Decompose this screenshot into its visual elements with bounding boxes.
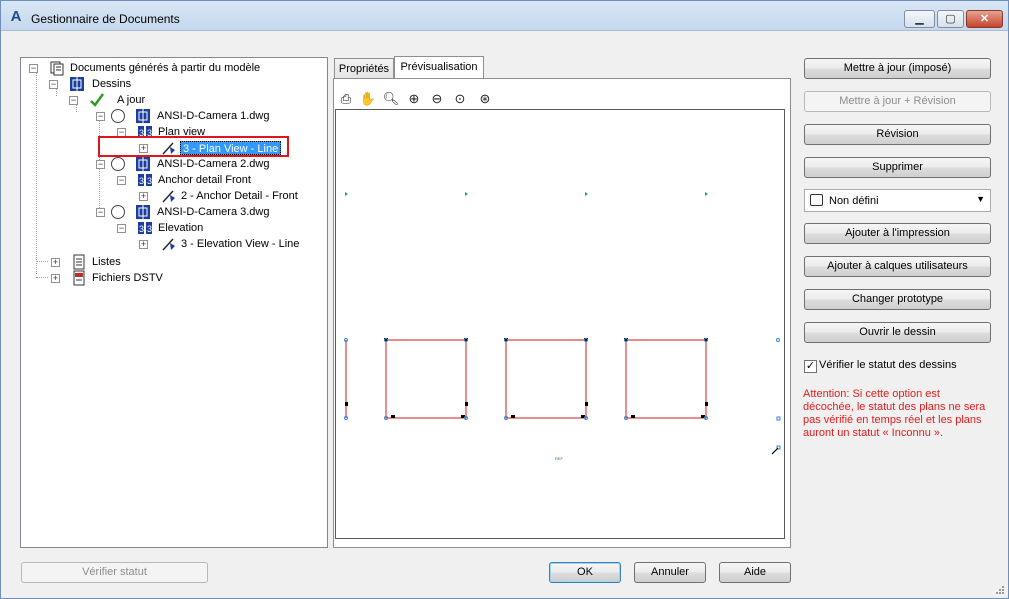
zoom-in-icon[interactable]: ⊕: [405, 90, 423, 108]
tree-label-sheet: 2 - Anchor Detail - Front: [181, 190, 298, 202]
add-to-print-button[interactable]: Ajouter à l'impression: [804, 223, 991, 244]
svg-text:3: 3: [139, 224, 144, 234]
change-prototype-button[interactable]: Changer prototype: [804, 289, 991, 310]
open-drawing-button[interactable]: Ouvrir le dessin: [804, 322, 991, 343]
help-button[interactable]: Aide: [719, 562, 791, 583]
verify-status-button[interactable]: Vérifier statut: [21, 562, 208, 583]
drawing-icon: [136, 109, 150, 123]
expand-icon[interactable]: +: [139, 240, 148, 249]
update-revision-button[interactable]: Mettre à jour + Révision: [804, 91, 991, 112]
status-circle-icon: [111, 205, 125, 219]
drawing-preview[interactable]: REF: [335, 109, 785, 539]
tree-label-listes: Listes: [92, 256, 121, 268]
preview-tiny-label: REF: [555, 456, 564, 461]
minimize-button[interactable]: ▁: [904, 10, 935, 28]
expand-icon[interactable]: +: [51, 258, 60, 267]
annotation-highlight-box: [98, 136, 289, 157]
expand-icon[interactable]: +: [51, 274, 60, 283]
pan-icon[interactable]: ✋: [359, 90, 377, 108]
tree-label-root: Documents générés à partir du modèle: [70, 62, 261, 74]
layer-dropdown[interactable]: Non défini ▼: [804, 189, 991, 212]
list-icon: [73, 254, 85, 270]
tree-label-a-jour: A jour: [117, 94, 146, 106]
collapse-icon[interactable]: −: [49, 80, 58, 89]
zoom-out-icon[interactable]: ⊖: [428, 90, 446, 108]
line-view-icon: [162, 238, 175, 251]
tree-label-dessins: Dessins: [92, 78, 132, 90]
collapse-icon[interactable]: −: [96, 112, 105, 121]
tree-label-view: Anchor detail Front: [158, 174, 251, 186]
status-circle-icon: [111, 109, 125, 123]
tree-label-view: Elevation: [158, 222, 204, 234]
tree-label-file: ANSI-D-Camera 2.dwg: [157, 158, 270, 170]
app-logo-icon: A: [10, 8, 22, 25]
update-forced-button[interactable]: Mettre à jour (imposé): [804, 58, 991, 79]
maximize-button[interactable]: ▢: [937, 10, 964, 28]
dropdown-selected-value: Non défini: [829, 195, 879, 207]
collapse-icon[interactable]: −: [29, 64, 38, 73]
window-title: Gestionnaire de Documents: [31, 12, 180, 26]
drawing-icon: [136, 157, 150, 171]
collapse-icon[interactable]: −: [69, 96, 78, 105]
revision-button[interactable]: Révision: [804, 124, 991, 145]
tree-label-dstv: Fichiers DSTV: [92, 272, 163, 284]
expand-icon[interactable]: +: [139, 192, 148, 201]
zoom-extents-icon[interactable]: ⊛: [476, 90, 494, 108]
dstv-file-icon: [73, 270, 85, 286]
tab-previsualisation[interactable]: Prévisualisation: [394, 56, 484, 79]
collapse-icon[interactable]: −: [117, 224, 126, 233]
tree-label-file: ANSI-D-Camera 3.dwg: [157, 206, 270, 218]
ok-button[interactable]: OK: [549, 562, 621, 583]
document-tree[interactable]: − Documents générés à partir du modèle −…: [20, 57, 328, 548]
check-icon: [90, 93, 105, 107]
collapse-icon[interactable]: −: [96, 208, 105, 217]
status-circle-icon: [111, 157, 125, 171]
drawing-preview-graphic: REF: [344, 192, 781, 461]
collapse-icon[interactable]: −: [96, 160, 105, 169]
zoom-realtime-icon[interactable]: 🔍︎: [382, 90, 400, 108]
tree-label-file: ANSI-D-Camera 1.dwg: [157, 110, 270, 122]
drawing-icon: [70, 77, 84, 91]
verify-status-label: Vérifier le statut des dessins: [819, 359, 957, 371]
close-button[interactable]: ✕: [966, 10, 1003, 28]
color-swatch: [810, 194, 823, 206]
view-icon: 33: [138, 174, 152, 186]
warning-text: Attention: Si cette option est décochée,…: [803, 388, 986, 439]
tab-proprietes[interactable]: Propriétés: [334, 58, 394, 79]
svg-text:3: 3: [147, 176, 152, 186]
documents-icon: [50, 61, 64, 76]
svg-text:3: 3: [139, 176, 144, 186]
delete-button[interactable]: Supprimer: [804, 157, 991, 178]
resize-grip-icon[interactable]: [995, 585, 1005, 595]
cancel-button[interactable]: Annuler: [634, 562, 706, 583]
add-to-user-layers-button[interactable]: Ajouter à calques utilisateurs: [804, 256, 991, 277]
collapse-icon[interactable]: −: [117, 176, 126, 185]
print-icon[interactable]: ⎙: [337, 90, 355, 108]
view-icon: 33: [138, 222, 152, 234]
line-view-icon: [162, 190, 175, 203]
verify-status-checkbox[interactable]: ✓: [804, 360, 817, 373]
svg-text:3: 3: [147, 224, 152, 234]
title-bar: A Gestionnaire de Documents ▁ ▢ ✕: [1, 1, 1008, 31]
chevron-down-icon: ▼: [976, 194, 985, 204]
document-manager-window: A Gestionnaire de Documents ▁ ▢ ✕ − Docu…: [0, 0, 1009, 599]
drawing-icon: [136, 205, 150, 219]
tree-label-sheet: 3 - Elevation View - Line: [181, 238, 300, 250]
zoom-window-icon[interactable]: ⊙: [451, 90, 469, 108]
